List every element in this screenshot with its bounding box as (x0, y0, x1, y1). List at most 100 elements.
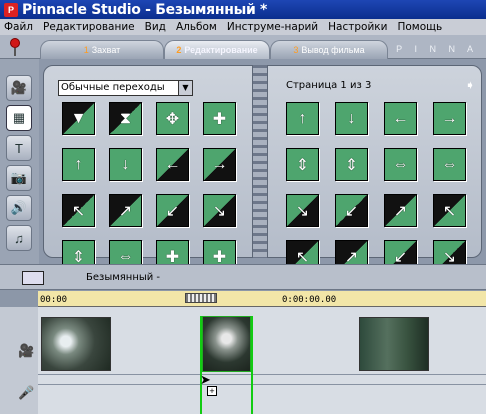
timeline-ruler[interactable]: 00:00 0:00:00.00 (38, 291, 486, 307)
transition-arrow-icon: ▼ (70, 109, 87, 127)
audio-track-icon: 🎤 (18, 385, 35, 400)
transition-arrow-icon: ↘ (212, 202, 227, 220)
clapperboard-icon[interactable] (22, 271, 44, 285)
transition-arrow-icon: ⇕ (344, 156, 359, 174)
menu-file[interactable]: Файл (0, 21, 39, 33)
right-transition-tile[interactable]: ← (384, 102, 417, 135)
audio-track-divider (38, 384, 486, 385)
video-track-icon: 🎥 (18, 343, 35, 358)
video-camera-icon[interactable]: 🎥 (6, 75, 32, 101)
music-icon[interactable]: ♫ (6, 225, 32, 251)
left-transition-tile[interactable]: ✥ (156, 102, 189, 135)
video-clip[interactable] (359, 317, 429, 371)
transition-arrow-icon: ↑ (74, 155, 83, 173)
transition-arrow-icon: ✥ (165, 110, 180, 128)
tab-capture-label: Захват (91, 45, 121, 55)
transition-arrow-icon: ↙ (165, 202, 180, 220)
pushpin-icon[interactable] (10, 38, 20, 48)
left-transition-tile[interactable]: ↘ (203, 194, 236, 227)
transition-arrow-icon: ↗ (393, 202, 408, 220)
menu-settings[interactable]: Настройки (324, 21, 393, 33)
left-transition-tile[interactable]: ↗ (109, 194, 142, 227)
transition-arrow-icon: ↙ (393, 248, 408, 266)
tab-make-movie-label: Вывод фильма (301, 45, 365, 55)
left-transition-tile[interactable]: → (203, 148, 236, 181)
transition-arrow-icon: ↗ (118, 202, 133, 220)
tab-make-movie-number: 3 (293, 45, 299, 55)
transition-category-value: Обычные переходы (61, 82, 165, 93)
transitions-icon[interactable]: ▦ (6, 105, 32, 131)
video-clip[interactable] (41, 317, 111, 371)
left-transition-tile[interactable]: ▼ (62, 102, 95, 135)
transition-arrow-icon: ✚ (165, 248, 180, 266)
right-transition-tile[interactable]: → (433, 102, 466, 135)
sound-effects-icon[interactable]: 🔊 (6, 195, 32, 221)
transition-arrow-icon: ← (164, 155, 181, 173)
left-transition-tile[interactable]: ← (156, 148, 189, 181)
movie-title: Безымянный - (86, 272, 161, 283)
right-transition-tile[interactable]: ↓ (335, 102, 368, 135)
menu-bar: Файл Редактирование Вид Альбом Инструме-… (0, 19, 486, 35)
transition-arrow-icon: ⇔ (117, 247, 134, 265)
right-transition-tile[interactable]: ↖ (433, 194, 466, 227)
menu-view[interactable]: Вид (141, 21, 172, 33)
left-transition-tile[interactable]: ✚ (203, 102, 236, 135)
menu-toolbox[interactable]: Инструме-нарий (223, 21, 324, 33)
chevron-down-icon[interactable]: ▼ (178, 81, 192, 95)
transition-arrow-icon: ↘ (442, 248, 457, 266)
right-transition-tile[interactable]: ↗ (384, 194, 417, 227)
left-transition-tile[interactable]: ↙ (156, 194, 189, 227)
right-transition-tile[interactable]: ⇔ (384, 148, 417, 181)
next-page-icon[interactable]: ➧ (465, 78, 475, 92)
transition-arrow-icon: ⇕ (71, 248, 86, 266)
still-images-icon[interactable]: 📷 (6, 165, 32, 191)
album-right-page: Страница 1 из 3 ➧ ↑ ↓ ← → ⇕ ⇕ ⇔ ⇔ ↘ ↙ ↗ ↖ ↖ ↗ ↙ ↘ (267, 65, 482, 273)
right-transition-tile[interactable]: ⇔ (433, 148, 466, 181)
right-transition-tile[interactable]: ⇕ (335, 148, 368, 181)
page-indicator: Страница 1 из 3 (286, 80, 372, 91)
tab-edit-number: 2 (176, 45, 182, 55)
menu-help[interactable]: Помощь (393, 21, 448, 33)
transition-arrow-icon: ↓ (347, 109, 356, 127)
transition-arrow-icon: ↖ (295, 248, 310, 266)
titles-icon[interactable]: T (6, 135, 32, 161)
transition-arrow-icon: ↖ (442, 202, 457, 220)
album: Обычные переходы ▼ ▼ ⧗ ✥ ✚ ↑ ↓ ← → ↖ ↗ ↙ ↘ ⇕ ⇔ ✚ ✚ Стра… (39, 59, 486, 273)
transition-arrow-icon: ⧗ (119, 109, 132, 127)
album-left-page: Обычные переходы ▼ ▼ ⧗ ✥ ✚ ↑ ↓ ← → ↖ ↗ ↙ ↘ ⇕ ⇔ ✚ ✚ (43, 65, 253, 273)
playhead-line[interactable] (200, 316, 202, 414)
transition-arrow-icon: ⇕ (295, 156, 310, 174)
transition-arrow-icon: ↙ (344, 202, 359, 220)
transition-grid-right: ↑ ↓ ← → ⇕ ⇕ ⇔ ⇔ ↘ ↙ ↗ ↖ ↖ ↗ ↙ ↘ (286, 102, 466, 273)
tab-capture[interactable]: 1 Захват (40, 40, 164, 59)
left-transition-tile[interactable]: ⧗ (109, 102, 142, 135)
left-transition-tile[interactable]: ↑ (62, 148, 95, 181)
tab-edit-label: Редактирование (184, 45, 258, 55)
transition-arrow-icon: ↓ (121, 155, 130, 173)
transition-arrow-icon: ↖ (71, 202, 86, 220)
transition-arrow-icon: ⇔ (441, 155, 458, 173)
right-transition-tile[interactable]: ⇕ (286, 148, 319, 181)
menu-album[interactable]: Альбом (172, 21, 223, 33)
ruler-start-time: 00:00 (40, 295, 68, 305)
tab-capture-number: 1 (83, 45, 89, 55)
pinnacle-logo: P I N N A (396, 44, 478, 54)
timeline-scrubber[interactable] (185, 293, 217, 303)
tab-edit[interactable]: 2 Редактирование (164, 40, 270, 59)
right-transition-tile[interactable]: ↘ (286, 194, 319, 227)
right-transition-tile[interactable]: ↑ (286, 102, 319, 135)
selected-video-clip[interactable] (202, 316, 251, 372)
tab-make-movie[interactable]: 3 Вывод фильма (270, 40, 388, 59)
right-transition-tile[interactable]: ↙ (335, 194, 368, 227)
transition-category-select[interactable]: Обычные переходы ▼ (58, 80, 193, 96)
transition-arrow-icon: ↑ (298, 109, 307, 127)
left-transition-tile[interactable]: ↖ (62, 194, 95, 227)
window-title: Pinnacle Studio - Безымянный * (22, 1, 268, 18)
app-icon: P (4, 2, 18, 17)
transition-arrow-icon: ↘ (295, 202, 310, 220)
ruler-mid-time: 0:00:00.00 (282, 295, 337, 305)
left-transition-tile[interactable]: ↓ (109, 148, 142, 181)
transition-arrow-icon: ↗ (344, 248, 359, 266)
video-track[interactable] (38, 315, 486, 375)
menu-edit[interactable]: Редактирование (39, 21, 141, 33)
